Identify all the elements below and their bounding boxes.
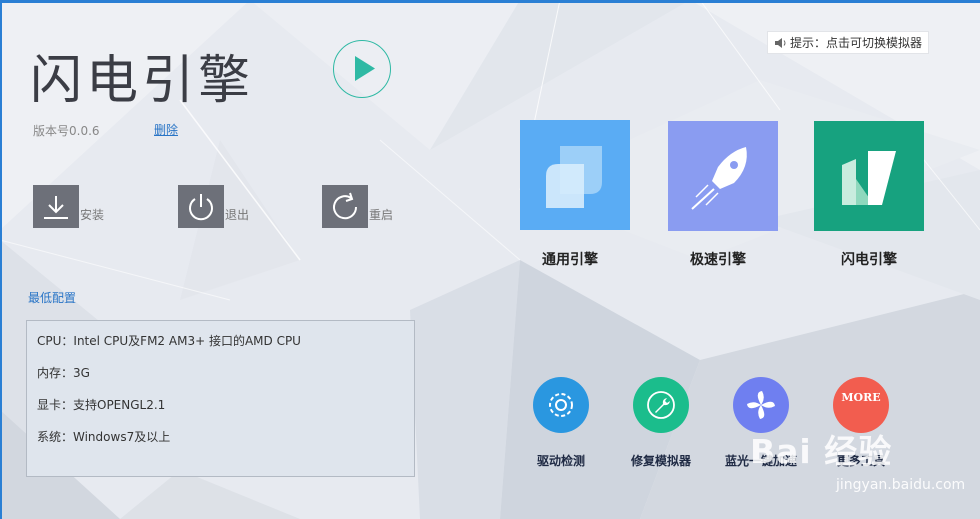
power-icon (178, 185, 224, 228)
fan-icon (747, 391, 775, 419)
gear-icon (549, 393, 573, 417)
restart-label: 重启 (369, 208, 394, 222)
min-config-title[interactable]: 最低配置 (28, 289, 76, 306)
speed-engine-tile[interactable] (668, 121, 778, 231)
wrench-icon (647, 391, 675, 419)
repair-emulator-button[interactable] (633, 377, 689, 433)
min-config-panel: CPU：Intel CPU及FM2 AM3+ 接口的AMD CPU 内存：3G … (26, 320, 415, 477)
version-text: 版本号0.0.6 (33, 124, 100, 138)
lightning-engine-tile[interactable] (814, 121, 924, 231)
exit-label: 退出 (225, 208, 250, 222)
watermark-url: jingyan.baidu.com (836, 477, 966, 493)
driver-check-label: 驱动检测 (536, 454, 585, 468)
rocket-icon (691, 147, 747, 210)
more-icon: MORE (841, 390, 881, 404)
config-os: 系统：Windows7及以上 (37, 430, 171, 444)
launch-play-button[interactable] (333, 40, 391, 98)
driver-check-button[interactable] (533, 377, 589, 433)
app-title: 闪电引擎 (30, 51, 255, 111)
speed-engine-label: 极速引擎 (690, 252, 746, 268)
play-icon (355, 56, 375, 81)
repair-emulator-label: 修复模拟器 (630, 454, 691, 468)
hint-text: 提示：点击可切换模拟器 (790, 36, 923, 50)
config-memory: 内存：3G (37, 366, 90, 380)
restart-button[interactable]: 重启 (322, 185, 393, 228)
install-label: 安装 (80, 208, 105, 222)
speaker-icon (775, 37, 786, 48)
general-engine-tile[interactable] (520, 120, 630, 230)
install-button[interactable]: 安装 (33, 185, 104, 228)
switch-emulator-hint[interactable]: 提示：点击可切换模拟器 (767, 31, 929, 54)
window-left-border (0, 0, 2, 519)
window-top-border (0, 0, 980, 3)
refresh-icon (322, 185, 368, 228)
general-engine-label: 通用引擎 (542, 252, 598, 268)
general-engine-icon (546, 146, 602, 208)
lightning-engine-icon (842, 151, 896, 205)
exit-button[interactable]: 退出 (178, 185, 249, 228)
config-cpu: CPU：Intel CPU及FM2 AM3+ 接口的AMD CPU (37, 334, 301, 348)
delete-link[interactable]: 删除 (154, 121, 178, 138)
config-gpu: 显卡：支持OPENGL2.1 (37, 398, 166, 412)
baidu-watermark: Bai 经验 (750, 432, 893, 471)
lightning-engine-label: 闪电引擎 (841, 252, 897, 268)
download-icon (33, 185, 79, 228)
